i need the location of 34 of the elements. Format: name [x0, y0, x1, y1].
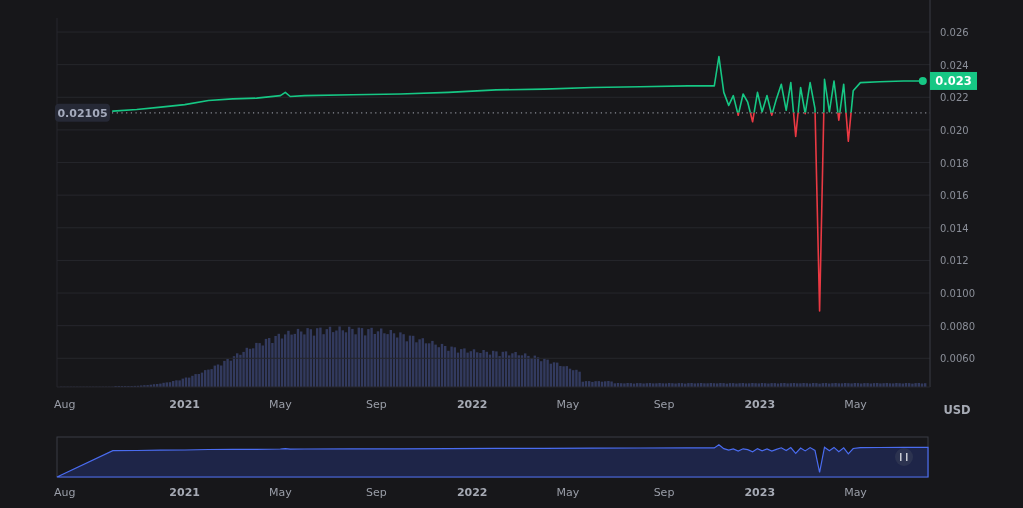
x-axis-label: Aug [54, 398, 76, 411]
x-axis-label: 2023 [744, 398, 776, 411]
navigator-axis-label: May [269, 486, 292, 499]
y-axis-label: 0.024 [940, 59, 969, 71]
y-axis-label: 0.026 [940, 27, 969, 39]
y-axis-label: 0.022 [940, 92, 969, 104]
last-price-dot [918, 76, 927, 85]
navigator-axis-label: Sep [366, 486, 387, 499]
x-axis-label: Sep [653, 398, 675, 411]
x-axis-label: May [556, 398, 580, 411]
navigator-axis-label: May [844, 486, 867, 499]
y-axis-label: 0.018 [940, 157, 969, 169]
y-axis-label: 0.0060 [940, 353, 975, 365]
y-axis-label: 0.014 [940, 222, 969, 234]
x-axis-label: 2021 [169, 398, 200, 411]
x-axis-label: Sep [366, 398, 387, 411]
baseline-label: 0.02105 [55, 103, 110, 122]
navigator-axis-label: Sep [653, 486, 675, 499]
x-axis-label: 2022 [456, 398, 488, 411]
current-price-label: 0.023 [930, 71, 977, 90]
x-axis-label: May [269, 398, 292, 411]
currency-label: USD [943, 403, 971, 417]
navigator-axis-label: 2023 [744, 486, 776, 499]
x-axis-label: May [844, 398, 867, 411]
navigator-axis-label: 2022 [456, 486, 488, 499]
y-axis-label: 0.0080 [940, 320, 975, 332]
navigator-axis-label: May [556, 486, 580, 499]
y-axis-label: 0.020 [940, 124, 969, 136]
y-axis-label: 0.016 [940, 190, 969, 202]
navigator-axis-label: 2021 [169, 486, 200, 499]
navigator-axis-label: Aug [54, 486, 76, 499]
y-axis-label: 0.0100 [940, 288, 975, 300]
range-handle[interactable] [895, 448, 913, 466]
y-axis-label: 0.012 [940, 255, 969, 267]
